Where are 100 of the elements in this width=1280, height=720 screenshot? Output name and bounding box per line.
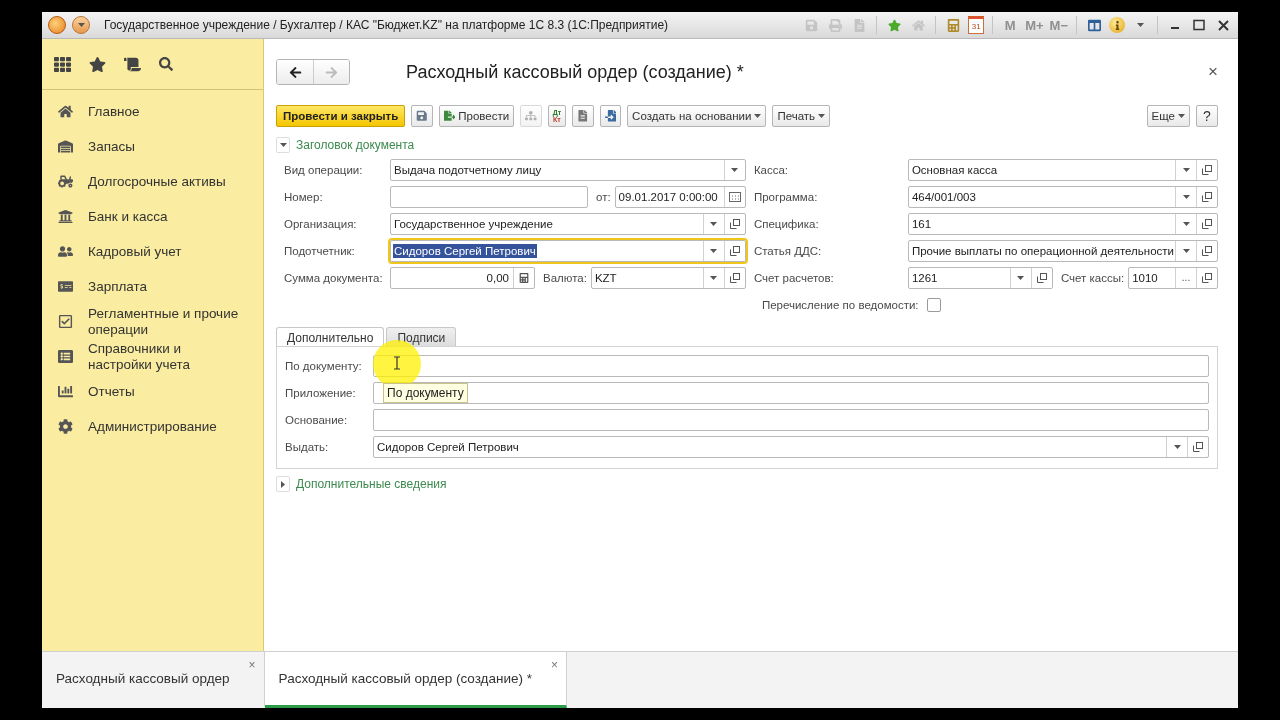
sidebar-item[interactable]: Регламентные и прочие операции (88, 305, 248, 338)
caret-icon (818, 114, 826, 118)
field-value: Прочие выплаты по операционной деятельности (910, 243, 1175, 258)
people-icon (57, 244, 73, 259)
field-value: 09.01.2017 0:00:00 (617, 189, 719, 204)
input-field[interactable]: Выдача подотчетному лицу (390, 158, 746, 181)
field-value: Основная касса (910, 162, 999, 177)
open-icon (1036, 272, 1047, 283)
sidebar-item[interactable]: Зарплата (88, 278, 148, 295)
checkbox-icon (57, 314, 73, 329)
caret-icon (77, 23, 85, 27)
close-button[interactable]: × (1208, 62, 1218, 82)
sidebar-item[interactable]: Администрирование (88, 418, 217, 435)
scroll-icon[interactable] (124, 55, 141, 73)
info-icon[interactable] (1109, 17, 1125, 33)
group-title[interactable]: Дополнительные сведения (296, 477, 447, 491)
calculator-icon (519, 272, 529, 283)
menu-icon[interactable] (72, 16, 90, 34)
field-label: Сумма документа: (284, 271, 384, 284)
input-field[interactable]: Сидоров Сергей Петрович (390, 239, 746, 262)
input-field[interactable]: 1010 ... (1128, 266, 1218, 289)
field-label: Статья ДДС: (753, 244, 823, 257)
input-field[interactable]: KZT (590, 266, 746, 289)
post-and-close-button[interactable]: Провести и закрыть (276, 105, 406, 127)
caret-icon (1136, 23, 1144, 27)
caret-icon (710, 221, 718, 226)
caret-icon (754, 114, 762, 118)
input-field[interactable]: Основная касса (907, 158, 1218, 181)
document-icon (577, 110, 589, 122)
caret-icon (710, 275, 718, 280)
form-title: Расходный кассовый ордер (создание) * (406, 61, 745, 83)
input-field[interactable]: 1261 (907, 266, 1053, 289)
import-icon (604, 110, 617, 122)
close-tab-button[interactable]: × (248, 658, 256, 672)
input-field[interactable]: 09.01.2017 0:00:00 (614, 185, 746, 208)
group-title[interactable]: Заголовок документа (296, 138, 415, 152)
sidebar-item[interactable]: Запасы (88, 138, 135, 155)
menu-button[interactable]: Еще (1146, 105, 1190, 127)
save-icon (416, 110, 428, 122)
field-label: Основание: (285, 413, 349, 426)
input-field[interactable]: 161 (907, 212, 1218, 235)
input-field[interactable] (390, 185, 588, 208)
field-value: KZT (593, 270, 618, 285)
back-button[interactable] (277, 60, 313, 84)
caret-icon (1182, 194, 1190, 199)
field-label: Счет кассы: (1059, 271, 1126, 284)
sidebar-item[interactable]: Банк и касса (88, 208, 168, 225)
open-icon (1193, 441, 1203, 452)
window-tab[interactable]: Расходный кассовый ордер (создание) * × (264, 652, 567, 708)
sidebar-item[interactable]: Долгосрочные активы (88, 173, 226, 190)
star-icon[interactable] (887, 18, 901, 32)
menu-button[interactable]: Создать на основании (627, 105, 767, 127)
input-field[interactable]: Сидоров Сергей Петрович (373, 435, 1209, 458)
caret-icon (1017, 275, 1025, 280)
field-label: Номер: (284, 190, 324, 203)
caret-icon (1182, 248, 1190, 253)
sidebar-item[interactable]: Справочники и настройки учета (88, 340, 248, 373)
caret-icon (1178, 114, 1185, 118)
apps-grid-icon[interactable] (54, 55, 71, 73)
close-tab-button[interactable]: × (550, 658, 558, 672)
post-button[interactable]: Провести (438, 105, 515, 127)
money-icon (57, 279, 73, 294)
input-field[interactable] (373, 408, 1209, 431)
input-field[interactable]: 0,00 (390, 266, 535, 289)
field-value: 464/001/003 (910, 189, 977, 204)
open-icon (1202, 245, 1212, 256)
chevron-button[interactable] (276, 137, 290, 153)
menu-button[interactable]: Печать (772, 105, 831, 127)
save-button[interactable] (411, 105, 433, 127)
field-label: Организация: (284, 217, 358, 230)
field-label: Вид операции: (284, 163, 364, 176)
window-tab[interactable]: Расходный кассовый ордер × (42, 652, 265, 708)
report-button[interactable] (572, 105, 594, 127)
panels-icon[interactable] (1087, 18, 1101, 32)
checkbox[interactable] (926, 297, 941, 312)
search-icon[interactable] (159, 57, 173, 71)
input-field[interactable]: Прочие выплаты по операционной деятельности (907, 239, 1218, 262)
sidebar-item[interactable]: Главное (88, 103, 140, 120)
tab[interactable]: Дополнительно (276, 327, 385, 347)
calendar-icon[interactable]: 31 (968, 16, 985, 34)
sidebar-item[interactable]: Отчеты (88, 383, 135, 400)
sidebar-item[interactable]: Кадровый учет (88, 243, 182, 260)
input-field[interactable]: 464/001/003 (907, 185, 1218, 208)
window-title: Государственное учреждение / Бухгалтер / КАС "Бюджет.KZ" на платформе 1С 8.3 (1С:Предприятие) (103, 18, 670, 32)
input-field[interactable] (373, 381, 1209, 404)
input-field[interactable]: Государственное учреждение (390, 212, 746, 235)
calculator-icon[interactable] (946, 18, 960, 32)
tractor-icon (57, 174, 73, 189)
open-icon (1202, 164, 1212, 175)
tab[interactable]: Подписи (386, 327, 457, 347)
chevron-button[interactable] (276, 476, 290, 492)
star-icon[interactable] (89, 55, 106, 73)
caret-icon (710, 248, 718, 253)
help-button[interactable]: ? (1196, 105, 1218, 127)
caret-icon (1173, 444, 1181, 449)
import-button[interactable] (599, 105, 622, 127)
choose-button[interactable]: ... (1175, 267, 1196, 288)
open-icon (729, 245, 740, 256)
field-label: Касса: (753, 163, 790, 176)
field-value: 161 (910, 216, 933, 231)
